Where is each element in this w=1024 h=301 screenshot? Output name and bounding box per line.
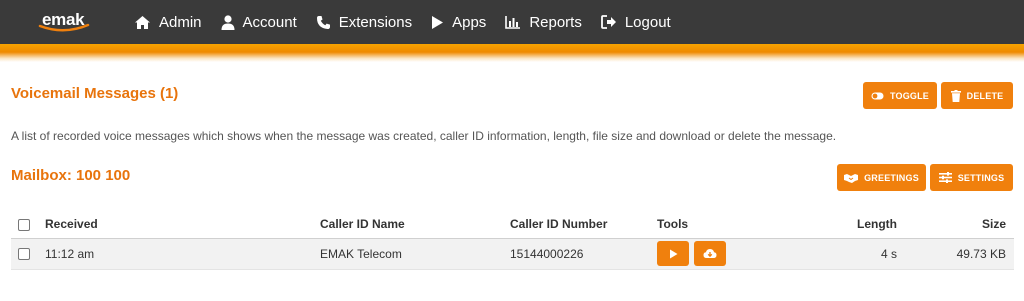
cell-caller-id-name: EMAK Telecom [320,238,510,270]
nav-admin-label: Admin [159,13,202,31]
nav-reports-label: Reports [529,13,582,31]
delete-button[interactable]: DELETE [941,82,1013,109]
play-message-button[interactable] [657,241,689,266]
nav-extensions-label: Extensions [338,13,413,31]
greetings-button-label: GREETINGS [864,172,919,183]
nav-apps-label: Apps [452,13,487,31]
nav-apps[interactable]: Apps [431,14,486,31]
header-received[interactable]: Received [45,210,320,239]
nav-account-label: Account [242,13,297,31]
header-length[interactable]: Length [772,210,897,239]
row-checkbox[interactable] [18,248,30,261]
header-size[interactable]: Size [897,210,1014,239]
header-tools: Tools [657,210,772,239]
phone-icon [316,15,330,29]
nav-extensions[interactable]: Extensions [316,14,412,31]
nav-reports[interactable]: Reports [505,14,582,31]
select-all-cell [11,210,45,239]
header-caller-id-name[interactable]: Caller ID Name [320,210,510,239]
trash-icon [950,89,961,102]
toggle-icon [871,92,884,99]
logo-swoosh-icon [38,23,90,32]
settings-button-label: SETTINGS [957,172,1005,183]
settings-button[interactable]: SETTINGS [930,164,1013,191]
sliders-icon [938,172,952,183]
main-nav: Admin Account Extensions Apps Reports Lo… [134,0,690,44]
toggle-button[interactable]: TOGGLE [863,82,937,109]
play-icon [669,249,677,258]
row-checkbox-cell [11,238,45,270]
table-row[interactable]: 11:12 am EMAK Telecom 15144000226 4 s 49… [11,238,1014,270]
logout-icon [600,15,616,29]
nav-logout[interactable]: Logout [600,13,671,31]
cell-length: 4 s [772,238,897,270]
home-icon [135,15,150,29]
chart-icon [505,16,521,29]
download-message-button[interactable] [694,241,727,266]
header-caller-id-number[interactable]: Caller ID Number [510,210,657,239]
select-all-checkbox[interactable] [18,218,30,231]
cell-caller-id-number: 15144000226 [510,238,657,270]
cell-size: 49.73 KB [897,238,1014,270]
toggle-button-label: TOGGLE [889,90,930,101]
nav-logout-label: Logout [624,13,671,31]
nav-admin[interactable]: Admin [134,14,202,31]
handshake-icon [844,173,859,183]
mailbox-heading: Mailbox: 100 100 [11,167,131,184]
nav-account[interactable]: Account [221,14,297,31]
page-title: Voicemail Messages (1) [11,85,179,102]
play-icon [432,15,444,29]
emak-logo[interactable]: emak [38,9,98,35]
greetings-button[interactable]: GREETINGS [837,164,926,191]
page-description: A list of recorded voice messages which … [11,129,837,143]
cloud-download-icon [703,249,717,258]
table-header-row: Received Caller ID Name Caller ID Number… [11,210,1014,239]
voicemail-table: Received Caller ID Name Caller ID Number… [11,210,1014,270]
accent-strip [0,44,1024,62]
cell-tools [657,238,772,270]
cell-received: 11:12 am [45,238,320,270]
top-nav-bar: emak Admin Account Extensions Apps Repor… [0,0,1024,44]
delete-button-label: DELETE [966,90,1004,101]
user-icon [221,14,235,30]
